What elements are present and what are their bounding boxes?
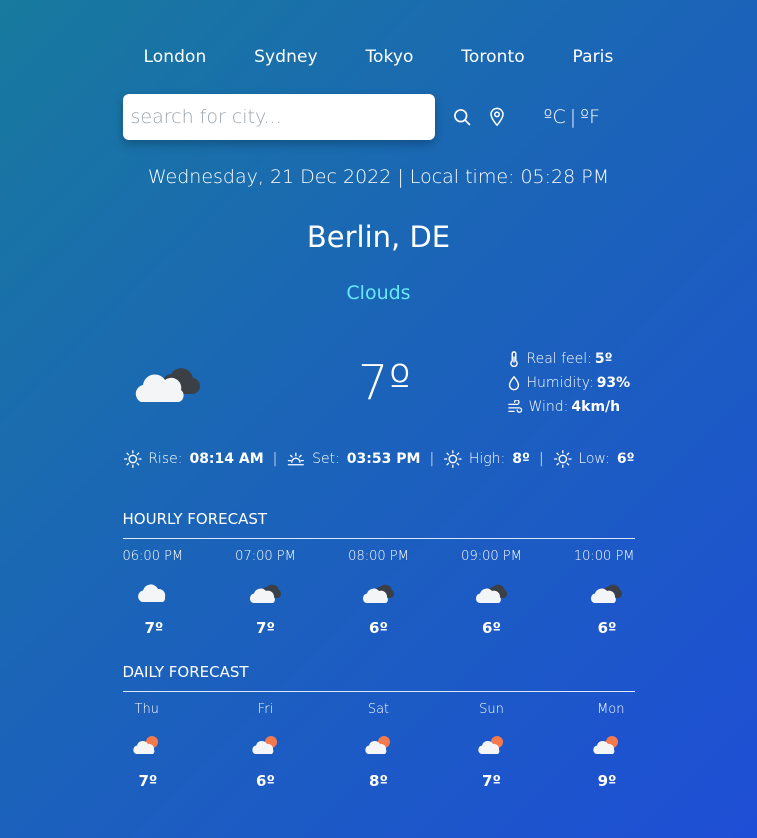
search-icon[interactable] [451, 106, 473, 128]
forecast-temp: 7º [138, 772, 158, 790]
partly-cloudy-icon [472, 732, 512, 760]
wind-value: 4km/h [571, 399, 621, 415]
sun-separator: | [429, 451, 435, 467]
city-link-paris[interactable]: Paris [572, 47, 613, 67]
hourly-forecast-title: HOURLY FORECAST [122, 510, 635, 539]
humidity-value: 93% [596, 375, 631, 391]
forecast-time: 08:00 PM [348, 549, 409, 564]
location-title: Berlin, DE [306, 220, 451, 254]
forecast-temp: 7º [256, 619, 275, 637]
city-link-tokyo[interactable]: Tokyo [365, 47, 413, 67]
current-temperature: 7º [357, 355, 412, 411]
forecast-time: 06:00 PM [122, 549, 184, 564]
search-input[interactable] [122, 94, 435, 140]
sun-icon [553, 450, 572, 468]
forecast-item: 08:00 PM 6º [348, 549, 409, 639]
forecast-time: 07:00 PM [235, 549, 296, 564]
city-link-london[interactable]: London [144, 47, 207, 67]
sun-stats: Rise: 08:14 AM | Set: 03:53 PM | High: 8… [123, 448, 635, 470]
sun-separator: | [538, 451, 544, 467]
partly-cloudy-icon [127, 732, 167, 760]
low-label: Low: [578, 451, 610, 467]
local-datetime: Wednesday, 21 Dec 2022 | Local time: 05:… [147, 166, 610, 188]
low-value: 6º [616, 451, 635, 467]
partly-cloudy-icon [246, 732, 286, 760]
sun-icon [123, 450, 142, 468]
clouds-icon [359, 579, 399, 607]
real-feel-value: 5º [594, 351, 613, 367]
location-pin-icon[interactable] [486, 106, 508, 128]
humidity: Humidity: 93% [507, 375, 635, 391]
real-feel: Real feel: 5º [507, 351, 635, 367]
forecast-item: 09:00 PM 6º [461, 549, 522, 639]
sunset-icon [288, 452, 305, 466]
clouds-icon [133, 358, 203, 408]
forecast-day: Sat [367, 702, 390, 717]
forecast-day: Fri [257, 702, 274, 717]
forecast-item: Sun 7º [462, 702, 522, 792]
forecast-item: 07:00 PM 7º [235, 549, 296, 639]
daily-forecast: Thu 7º Fri 6º Sat 8º Sun 7º Mon 9º [123, 702, 635, 792]
cloud-icon [133, 579, 173, 607]
city-link-toronto[interactable]: Toronto [461, 47, 524, 67]
unit-toggle: ºC | ºF [544, 106, 601, 128]
forecast-day: Thu [134, 702, 159, 717]
clouds-icon [472, 579, 512, 607]
clouds-icon [587, 579, 627, 607]
current-weather: 7º Real feel: 5º Humidity: 93% Wind: 4km… [123, 338, 635, 428]
partly-cloudy-icon [359, 732, 399, 760]
real-feel-label: Real feel: [526, 351, 592, 367]
forecast-item: Mon 9º [575, 702, 635, 792]
weather-details: Real feel: 5º Humidity: 93% Wind: 4km/h [507, 351, 635, 415]
wind: Wind: 4km/h [507, 399, 635, 415]
celsius-button[interactable]: ºC [544, 106, 566, 128]
forecast-temp: 6º [256, 772, 275, 790]
weather-app: London Sydney Tokyo Toronto Paris ºC | º… [122, 0, 635, 792]
thermometer-icon [509, 351, 518, 367]
forecast-temp: 9º [597, 772, 617, 790]
sunset-label: Set: [312, 451, 340, 467]
high-value: 8º [512, 451, 530, 467]
wind-icon [507, 400, 522, 413]
partly-cloudy-icon [587, 732, 627, 760]
sun-icon [444, 450, 462, 468]
forecast-temp: 6º [597, 619, 617, 637]
forecast-item: Sat 8º [349, 702, 409, 792]
sunrise-label: Rise: [148, 451, 183, 467]
wind-label: Wind: [528, 399, 569, 415]
city-nav: London Sydney Tokyo Toronto Paris [123, 44, 635, 70]
forecast-item: 06:00 PM 7º [122, 549, 184, 639]
forecast-item: 10:00 PM 6º [573, 549, 635, 639]
forecast-temp: 6º [369, 619, 388, 637]
clouds-icon [246, 579, 286, 607]
forecast-temp: 8º [369, 772, 388, 790]
weather-condition: Clouds [346, 282, 411, 304]
search-row: ºC | ºF [122, 94, 635, 140]
hourly-forecast: 06:00 PM 7º 07:00 PM 7º 08:00 PM 6º 09:0… [123, 549, 635, 639]
city-link-sydney[interactable]: Sydney [254, 47, 318, 67]
forecast-time: 09:00 PM [461, 549, 522, 564]
humidity-label: Humidity: [526, 375, 594, 391]
forecast-time: 10:00 PM [573, 549, 635, 564]
sunset-value: 03:53 PM [346, 451, 421, 467]
forecast-day: Mon [597, 702, 625, 717]
droplet-icon [508, 376, 519, 391]
forecast-temp: 7º [482, 772, 501, 790]
forecast-item: Thu 7º [123, 702, 183, 792]
forecast-item: Fri 6º [236, 702, 296, 792]
forecast-temp: 6º [482, 619, 501, 637]
unit-separator: | [569, 106, 577, 128]
forecast-day: Sun [479, 702, 504, 717]
sun-separator: | [272, 451, 278, 467]
fahrenheit-button[interactable]: ºF [580, 106, 600, 128]
sunrise-value: 08:14 AM [189, 451, 264, 467]
daily-forecast-title: DAILY FORECAST [122, 663, 635, 692]
forecast-temp: 7º [144, 619, 164, 637]
high-label: High: [468, 451, 506, 467]
